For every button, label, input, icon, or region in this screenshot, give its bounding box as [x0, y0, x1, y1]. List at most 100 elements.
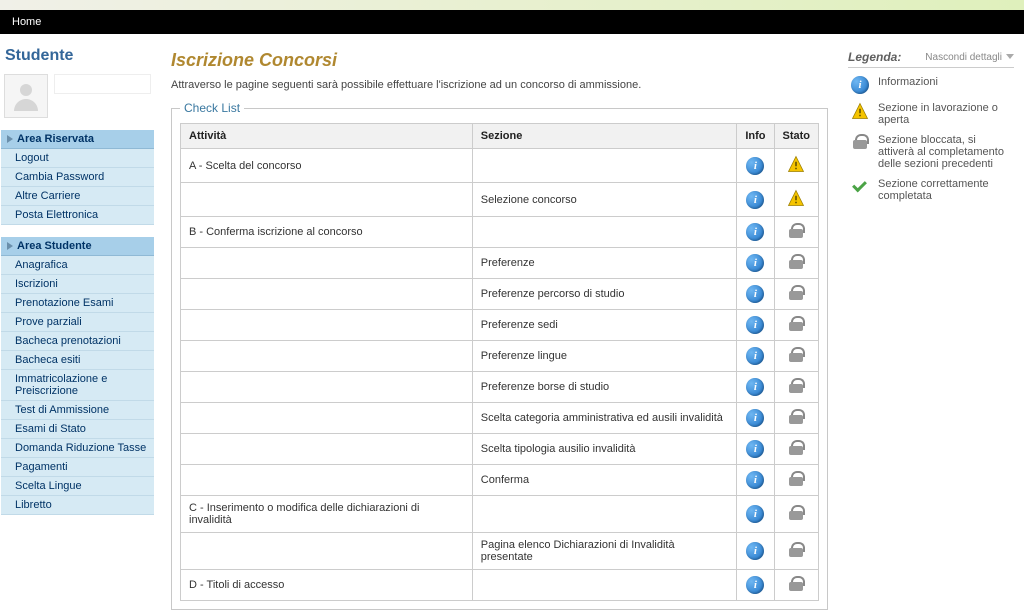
- cell-info: [737, 570, 774, 601]
- cell-attivita: D - Titoli di accesso: [181, 570, 473, 601]
- cell-sezione: Scelta categoria amministrativa ed ausil…: [472, 403, 737, 434]
- main-content: Iscrizione Concorsi Attraverso le pagine…: [155, 44, 844, 610]
- nav-item[interactable]: Bacheca prenotazioni: [1, 332, 154, 351]
- table-row: Pagina elenco Dichiarazioni di Invalidit…: [181, 533, 819, 570]
- home-link[interactable]: Home: [0, 11, 53, 33]
- legend-panel: Legenda: Nascondi dettagli Informazioni S…: [844, 44, 1024, 610]
- table-row: Preferenze: [181, 248, 819, 279]
- cell-info: [737, 372, 774, 403]
- info-icon[interactable]: [746, 157, 764, 175]
- nav-item[interactable]: Altre Carriere: [1, 187, 154, 206]
- legend-row: Sezione correttamente completata: [848, 170, 1014, 202]
- cell-attivita: [181, 372, 473, 403]
- legend-text: Sezione in lavorazione o aperta: [878, 102, 1012, 126]
- cell-stato: [774, 465, 819, 496]
- cell-sezione: Scelta tipologia ausilio invalidità: [472, 434, 737, 465]
- nav-item[interactable]: Domanda Riduzione Tasse: [1, 439, 154, 458]
- info-icon[interactable]: [746, 409, 764, 427]
- cell-sezione: Preferenze: [472, 248, 737, 279]
- cell-attivita: [181, 465, 473, 496]
- lock-icon: [789, 409, 803, 424]
- cell-attivita: [181, 341, 473, 372]
- sidebar-title: Studente: [1, 44, 154, 71]
- cell-info: [737, 248, 774, 279]
- nav-item[interactable]: Posta Elettronica: [1, 206, 154, 225]
- th-sezione: Sezione: [472, 124, 737, 149]
- nav-item[interactable]: Iscrizioni: [1, 275, 154, 294]
- th-attivita: Attività: [181, 124, 473, 149]
- cell-attivita: [181, 279, 473, 310]
- page-description: Attraverso le pagine seguenti sarà possi…: [171, 79, 828, 91]
- table-row: Preferenze sedi: [181, 310, 819, 341]
- info-icon[interactable]: [746, 316, 764, 334]
- nav-item[interactable]: Pagamenti: [1, 458, 154, 477]
- nav-item[interactable]: Scelta Lingue: [1, 477, 154, 496]
- cell-attivita: A - Scelta del concorso: [181, 149, 473, 183]
- legend-title: Legenda:: [848, 50, 901, 64]
- info-icon[interactable]: [746, 223, 764, 241]
- info-icon[interactable]: [746, 505, 764, 523]
- cell-sezione: Conferma: [472, 465, 737, 496]
- nav-header[interactable]: Area Riservata: [1, 130, 154, 149]
- info-icon[interactable]: [746, 254, 764, 272]
- cell-stato: [774, 310, 819, 341]
- cell-info: [737, 465, 774, 496]
- checklist-legend: Check List: [180, 101, 244, 115]
- info-icon[interactable]: [851, 76, 869, 94]
- nav-item[interactable]: Cambia Password: [1, 168, 154, 187]
- legend-toggle[interactable]: Nascondi dettagli: [925, 52, 1014, 63]
- user-name-card: [54, 74, 151, 94]
- warn-icon: [851, 102, 869, 120]
- info-icon[interactable]: [746, 576, 764, 594]
- nav-item[interactable]: Anagrafica: [1, 256, 154, 275]
- info-icon[interactable]: [746, 191, 764, 209]
- table-row: Conferma: [181, 465, 819, 496]
- cell-sezione: Preferenze percorso di studio: [472, 279, 737, 310]
- cell-stato: [774, 570, 819, 601]
- nav-item[interactable]: Test di Ammissione: [1, 401, 154, 420]
- nav-item[interactable]: Prove parziali: [1, 313, 154, 332]
- info-icon[interactable]: [746, 285, 764, 303]
- user-box: [1, 71, 154, 130]
- cell-info: [737, 279, 774, 310]
- sidebar: Studente Area RiservataLogoutCambia Pass…: [0, 44, 155, 610]
- nav-item[interactable]: Logout: [1, 149, 154, 168]
- checklist-table: Attività Sezione Info Stato A - Scelta d…: [180, 123, 819, 601]
- nav-item[interactable]: Immatricolazione e Preiscrizione: [1, 370, 154, 401]
- lock-icon: [789, 223, 803, 238]
- lock-icon: [789, 378, 803, 393]
- nav-item[interactable]: Libretto: [1, 496, 154, 515]
- nav-header[interactable]: Area Studente: [1, 237, 154, 256]
- nav-item[interactable]: Bacheca esiti: [1, 351, 154, 370]
- lock-icon: [789, 285, 803, 300]
- cell-sezione: [472, 496, 737, 533]
- cell-attivita: [181, 248, 473, 279]
- nav-item[interactable]: Esami di Stato: [1, 420, 154, 439]
- legend-text: Informazioni: [878, 76, 938, 88]
- warn-icon: [787, 189, 805, 207]
- cell-sezione: Selezione concorso: [472, 183, 737, 217]
- legend-row: Informazioni: [848, 68, 1014, 94]
- cell-attivita: [181, 434, 473, 465]
- th-info: Info: [737, 124, 774, 149]
- nav-item[interactable]: Prenotazione Esami: [1, 294, 154, 313]
- check-icon: [851, 178, 869, 192]
- info-icon[interactable]: [746, 347, 764, 365]
- cell-sezione: Preferenze sedi: [472, 310, 737, 341]
- cell-stato: [774, 533, 819, 570]
- lock-icon: [789, 440, 803, 455]
- cell-sezione: [472, 149, 737, 183]
- info-icon[interactable]: [746, 378, 764, 396]
- page-title: Iscrizione Concorsi: [171, 44, 828, 79]
- lock-icon: [789, 542, 803, 557]
- cell-stato: [774, 183, 819, 217]
- cell-sezione: Pagina elenco Dichiarazioni di Invalidit…: [472, 533, 737, 570]
- th-stato: Stato: [774, 124, 819, 149]
- legend-row: Sezione in lavorazione o aperta: [848, 94, 1014, 126]
- cell-stato: [774, 403, 819, 434]
- info-icon[interactable]: [746, 471, 764, 489]
- browser-top-strip: [0, 0, 1024, 10]
- warn-icon: [787, 155, 805, 173]
- info-icon[interactable]: [746, 542, 764, 560]
- info-icon[interactable]: [746, 440, 764, 458]
